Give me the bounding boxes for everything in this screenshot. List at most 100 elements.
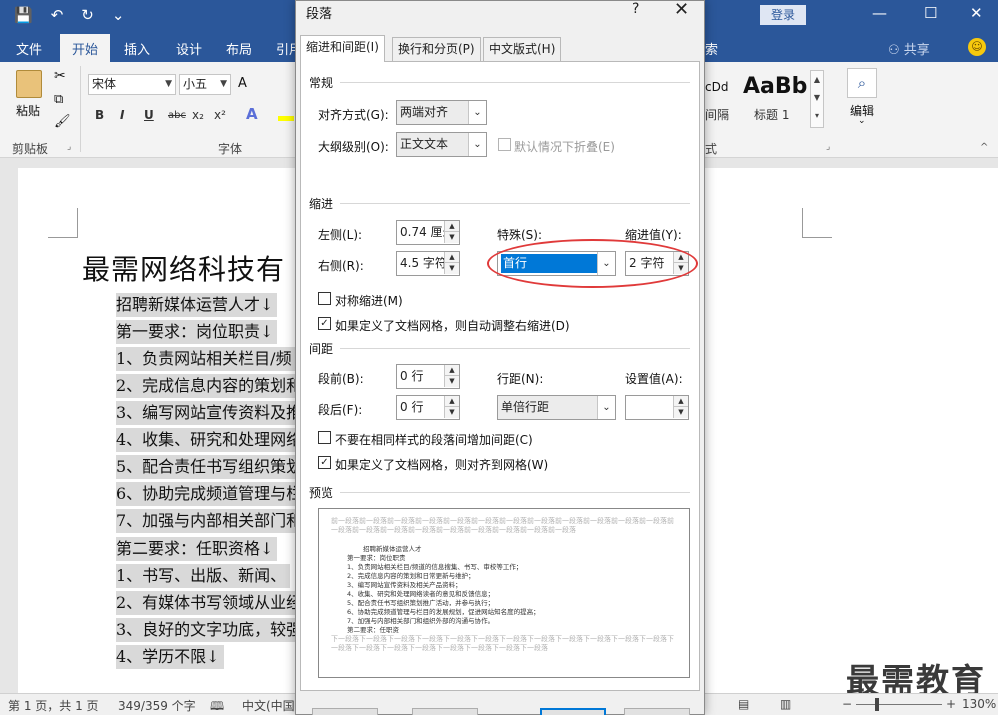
- tabs-button[interactable]: [312, 708, 378, 715]
- subscript-button[interactable]: x₂: [192, 108, 204, 122]
- print-layout-icon[interactable]: ▤: [738, 697, 749, 711]
- mirror-indents-checkbox[interactable]: [318, 292, 331, 305]
- indent-left-input[interactable]: 0.74 厘米 ▲ ▼: [396, 220, 460, 245]
- tab-insert[interactable]: 插入: [124, 39, 150, 58]
- share-button[interactable]: ⚇ 共享: [888, 39, 930, 58]
- spin-down-icon[interactable]: ▼: [444, 263, 459, 274]
- font-size-combo[interactable]: 小五 ▼: [179, 74, 231, 95]
- minimize-icon[interactable]: —: [872, 4, 887, 22]
- spin-down-icon[interactable]: ▼: [444, 407, 459, 418]
- font-name-combo[interactable]: 宋体 ▼: [88, 74, 176, 95]
- format-painter-icon[interactable]: 🖌: [54, 114, 71, 129]
- highlight-color-icon[interactable]: [278, 116, 294, 121]
- close-icon[interactable]: ✕: [674, 0, 689, 20]
- alignment-select[interactable]: 两端对齐 ⌄: [396, 100, 487, 125]
- proofing-icon[interactable]: 🕮: [210, 697, 224, 715]
- style-sample-heading1[interactable]: AaBb: [743, 74, 807, 99]
- spin-up-icon[interactable]: ▲: [444, 221, 459, 232]
- style-sample-nospacing[interactable]: cDd: [705, 80, 728, 94]
- zoom-level[interactable]: 130%: [962, 697, 996, 711]
- indent-right-input[interactable]: 4.5 字符 ▲ ▼: [396, 251, 460, 276]
- login-button[interactable]: 登录: [760, 5, 806, 25]
- close-window-icon[interactable]: ✕: [970, 4, 983, 22]
- tab-search-partial[interactable]: 索: [705, 39, 718, 58]
- tab-file[interactable]: 文件: [16, 39, 42, 58]
- paste-label[interactable]: 粘贴: [16, 102, 40, 119]
- italic-button[interactable]: I: [120, 108, 124, 122]
- underline-button[interactable]: U: [144, 108, 154, 122]
- page-count[interactable]: 第 1 页，共 1 页: [8, 697, 99, 714]
- document-line[interactable]: 2、完成信息内容的策划和: [116, 374, 307, 398]
- strikethrough-button[interactable]: abc: [168, 110, 186, 121]
- tab-line-page-breaks[interactable]: 换行和分页(P): [392, 37, 481, 61]
- spacing-after-input[interactable]: 0 行 ▲ ▼: [396, 395, 460, 420]
- zoom-out-icon[interactable]: −: [842, 697, 852, 711]
- help-icon[interactable]: ?: [632, 1, 639, 17]
- zoom-slider-thumb[interactable]: [875, 698, 879, 711]
- spin-up-icon[interactable]: ▲: [444, 396, 459, 407]
- chevron-down-icon[interactable]: ⌄: [858, 116, 866, 126]
- tab-home[interactable]: 开始: [60, 34, 111, 65]
- set-default-button[interactable]: [412, 708, 478, 715]
- spin-up-icon[interactable]: ▲: [444, 365, 459, 376]
- style-heading1-label[interactable]: 标题 1: [754, 106, 789, 123]
- redo-icon[interactable]: ↻: [81, 6, 94, 24]
- tab-asian-typography[interactable]: 中文版式(H): [483, 37, 562, 61]
- cut-icon[interactable]: ✂: [54, 68, 66, 84]
- spin-down-icon[interactable]: ▼: [673, 407, 688, 418]
- grow-font-icon[interactable]: A: [238, 76, 247, 91]
- outline-level-select[interactable]: 正文文本 ⌄: [396, 132, 487, 157]
- document-line[interactable]: 第一要求：岗位职责↓: [116, 320, 278, 344]
- search-icon[interactable]: ⌕: [847, 68, 877, 98]
- document-line[interactable]: 3、良好的文字功底，较强: [116, 618, 307, 642]
- dialog-launcher-icon[interactable]: ⌟: [826, 142, 830, 152]
- bold-button[interactable]: B: [95, 108, 104, 122]
- spacing-before-input[interactable]: 0 行 ▲ ▼: [396, 364, 460, 389]
- auto-right-indent-checkbox[interactable]: ✓: [318, 317, 331, 330]
- zoom-slider[interactable]: [856, 704, 942, 705]
- spin-down-icon[interactable]: ▼: [444, 232, 459, 243]
- styles-scroll[interactable]: ▲ ▼ ▾: [810, 70, 824, 128]
- document-line[interactable]: 6、协助完成频道管理与栏: [116, 482, 307, 506]
- line-spacing-select[interactable]: 单倍行距 ⌄: [497, 395, 616, 420]
- document-line[interactable]: 7、加强与内部相关部门和: [116, 509, 307, 533]
- tab-indents-spacing[interactable]: 缩进和间距(I): [300, 35, 385, 62]
- tab-design[interactable]: 设计: [176, 39, 202, 58]
- feedback-smiley-icon[interactable]: ☺: [968, 38, 986, 56]
- save-icon[interactable]: 💾: [14, 6, 33, 24]
- tab-layout[interactable]: 布局: [226, 39, 252, 58]
- word-count[interactable]: 349/359 个字: [118, 697, 196, 714]
- document-line[interactable]: 2、有媒体书写领域从业经: [116, 591, 307, 615]
- spin-up-icon[interactable]: ▲: [444, 252, 459, 263]
- document-line[interactable]: 招聘新媒体运营人才↓: [116, 293, 278, 317]
- snap-to-grid-checkbox[interactable]: ✓: [318, 456, 331, 469]
- spin-up-icon[interactable]: ▲: [673, 396, 688, 407]
- cancel-button[interactable]: [624, 708, 690, 715]
- text-effects-button[interactable]: A: [246, 105, 258, 123]
- document-line[interactable]: 第二要求：任职资格↓: [116, 537, 278, 561]
- document-title[interactable]: 最需网络科技有: [82, 248, 285, 288]
- web-layout-icon[interactable]: ▥: [780, 697, 791, 711]
- undo-icon[interactable]: ↶: [51, 6, 64, 24]
- ok-button[interactable]: [540, 708, 606, 715]
- collapse-ribbon-icon[interactable]: ^: [980, 142, 988, 153]
- customize-qat-icon[interactable]: ⌄: [112, 6, 125, 24]
- document-line[interactable]: 1、书写、出版、新闻、: [116, 564, 291, 588]
- maximize-icon[interactable]: ☐: [924, 4, 937, 22]
- document-line[interactable]: 4、收集、研究和处理网络: [116, 428, 307, 452]
- copy-icon[interactable]: ⧉: [54, 92, 63, 107]
- paste-icon[interactable]: [16, 70, 42, 98]
- line-spacing-at-input[interactable]: ▲ ▼: [625, 395, 689, 420]
- superscript-button[interactable]: x²: [214, 108, 226, 122]
- no-space-same-style-checkbox[interactable]: [318, 431, 331, 444]
- zoom-in-icon[interactable]: +: [946, 697, 956, 711]
- document-line[interactable]: 4、学历不限↓: [116, 645, 224, 669]
- style-nospacing-label[interactable]: 间隔: [705, 106, 729, 123]
- document-line[interactable]: 5、配合责任书写组织策划: [116, 455, 307, 479]
- dialog-launcher-icon[interactable]: ⌟: [67, 142, 71, 152]
- collapse-default-checkbox[interactable]: [498, 138, 511, 151]
- document-line[interactable]: 3、编写网站宣传资料及推: [116, 401, 307, 425]
- spin-down-icon[interactable]: ▼: [444, 376, 459, 387]
- document-line[interactable]: 1、负责网站相关栏目/频: [116, 347, 296, 371]
- language-indicator[interactable]: 中文(中国: [242, 697, 295, 714]
